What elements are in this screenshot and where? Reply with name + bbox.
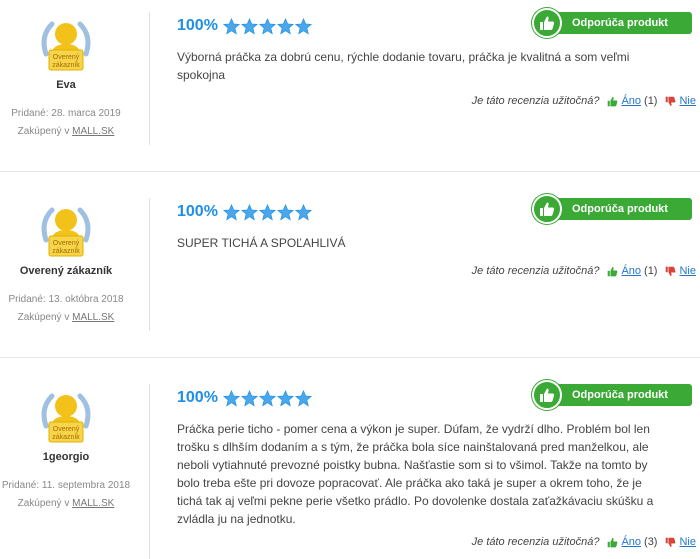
review-separator xyxy=(0,171,700,172)
thumbs-down-icon[interactable] xyxy=(665,537,676,548)
svg-text:zákazník: zákazník xyxy=(52,248,80,255)
reviewer-name: Eva xyxy=(56,79,76,91)
thumbs-up-icon xyxy=(532,8,562,38)
helpfulness-row: Je táto recenzia užitočná? Áno (1) Nie xyxy=(472,95,696,107)
store-link[interactable]: MALL.SK xyxy=(72,498,114,509)
review-content: 100% Odporúča produkt Výborná práčka za … xyxy=(177,8,692,84)
store-link[interactable]: MALL.SK xyxy=(72,312,114,323)
purchase-info: Zakúpený v MALL.SK xyxy=(0,495,132,513)
star-icon xyxy=(241,203,258,220)
purchase-prefix: Zakúpený v xyxy=(17,312,70,323)
star-icon xyxy=(277,203,294,220)
reviewer-info: Overený zákazník 1georgio Pridané: 11. s… xyxy=(0,386,132,513)
purchase-info: Zakúpený v MALL.SK xyxy=(0,309,132,327)
recommends-product-badge: Odporúča produkt xyxy=(532,380,692,410)
verified-customer-badge-icon: Overený zákazník xyxy=(36,386,96,446)
helpful-no-link[interactable]: Nie xyxy=(679,95,696,107)
star-icon xyxy=(259,389,276,406)
recommends-label: Odporúča produkt xyxy=(572,17,668,29)
helpful-no-link[interactable]: Nie xyxy=(679,536,696,548)
star-icon xyxy=(259,203,276,220)
star-icon xyxy=(223,389,240,406)
reviewer-name: 1georgio xyxy=(42,451,90,463)
helpful-yes-count: (1) xyxy=(644,265,658,277)
svg-text:zákazník: zákazník xyxy=(52,434,80,441)
rating-percent: 100% xyxy=(177,203,218,220)
recommends-label: Odporúča produkt xyxy=(572,203,668,215)
svg-text:zákazník: zákazník xyxy=(52,62,80,69)
vertical-divider xyxy=(149,198,150,331)
helpfulness-row: Je táto recenzia užitočná? Áno (1) Nie xyxy=(472,265,696,277)
helpful-yes-link[interactable]: Áno xyxy=(621,536,641,548)
recommends-label: Odporúča produkt xyxy=(572,389,668,401)
store-link[interactable]: MALL.SK xyxy=(72,126,114,137)
thumbs-up-icon xyxy=(532,194,562,224)
vertical-divider xyxy=(149,384,150,559)
thumbs-down-icon[interactable] xyxy=(665,96,676,107)
star-icon xyxy=(223,203,240,220)
purchase-prefix: Zakúpený v xyxy=(17,498,70,509)
star-icon xyxy=(295,389,312,406)
helpful-question: Je táto recenzia užitočná? xyxy=(471,536,600,548)
verified-customer-badge-icon: Overený zákazník xyxy=(36,200,96,260)
reviewer-info: Overený zákazník Overený zákazník Pridan… xyxy=(0,200,132,327)
rating-percent: 100% xyxy=(177,17,218,34)
review-date: Pridané: 11. septembra 2018 xyxy=(1,480,131,491)
star-icon xyxy=(259,17,276,34)
svg-text:Overený: Overený xyxy=(53,426,80,433)
thumbs-up-icon[interactable] xyxy=(607,537,618,548)
helpful-yes-link[interactable]: Áno xyxy=(621,265,641,277)
thumbs-up-icon[interactable] xyxy=(607,266,618,277)
helpful-no-link[interactable]: Nie xyxy=(679,265,696,277)
review-date: Pridané: 28. marca 2019 xyxy=(11,108,121,119)
helpful-yes-count: (3) xyxy=(644,536,658,548)
helpful-question: Je táto recenzia užitočná? xyxy=(471,95,600,107)
star-rating xyxy=(223,389,312,407)
purchase-info: Zakúpený v MALL.SK xyxy=(0,123,132,141)
thumbs-down-icon[interactable] xyxy=(665,266,676,277)
review-content: 100% Odporúča produkt SUPER TICHÁ A SPOĽ… xyxy=(177,194,692,252)
review-separator xyxy=(0,357,700,358)
svg-text:Overený: Overený xyxy=(53,54,80,61)
star-icon xyxy=(277,17,294,34)
star-rating xyxy=(223,203,312,221)
review-text: Výborná práčka za dobrú cenu, rýchle dod… xyxy=(177,50,630,82)
reviewer-name: Overený zákazník xyxy=(19,265,113,277)
star-rating xyxy=(223,17,312,35)
star-icon xyxy=(295,203,312,220)
star-icon xyxy=(277,389,294,406)
review-content: 100% Odporúča produkt Práčka perie ticho… xyxy=(177,380,692,528)
star-icon xyxy=(241,389,258,406)
recommends-product-badge: Odporúča produkt xyxy=(532,194,692,224)
rating-percent: 100% xyxy=(177,389,218,406)
purchase-prefix: Zakúpený v xyxy=(17,126,70,137)
helpful-yes-link[interactable]: Áno xyxy=(621,95,641,107)
star-icon xyxy=(241,17,258,34)
verified-customer-badge-icon: Overený zákazník xyxy=(36,14,96,74)
helpfulness-row: Je táto recenzia užitočná? Áno (3) Nie xyxy=(472,536,696,548)
thumbs-up-icon xyxy=(532,380,562,410)
star-icon xyxy=(223,17,240,34)
vertical-divider xyxy=(149,12,150,145)
reviewer-info: Overený zákazník Eva Pridané: 28. marca … xyxy=(0,14,132,141)
review-date: Pridané: 13. októbra 2018 xyxy=(8,294,124,305)
review-text: Práčka perie ticho - pomer cena a výkon … xyxy=(177,422,654,526)
thumbs-up-icon[interactable] xyxy=(607,96,618,107)
review-text: SUPER TICHÁ A SPOĽAHLIVÁ xyxy=(177,236,346,250)
helpful-yes-count: (1) xyxy=(644,95,658,107)
recommends-product-badge: Odporúča produkt xyxy=(532,8,692,38)
svg-text:Overený: Overený xyxy=(53,240,80,247)
helpful-question: Je táto recenzia užitočná? xyxy=(471,265,600,277)
star-icon xyxy=(295,17,312,34)
